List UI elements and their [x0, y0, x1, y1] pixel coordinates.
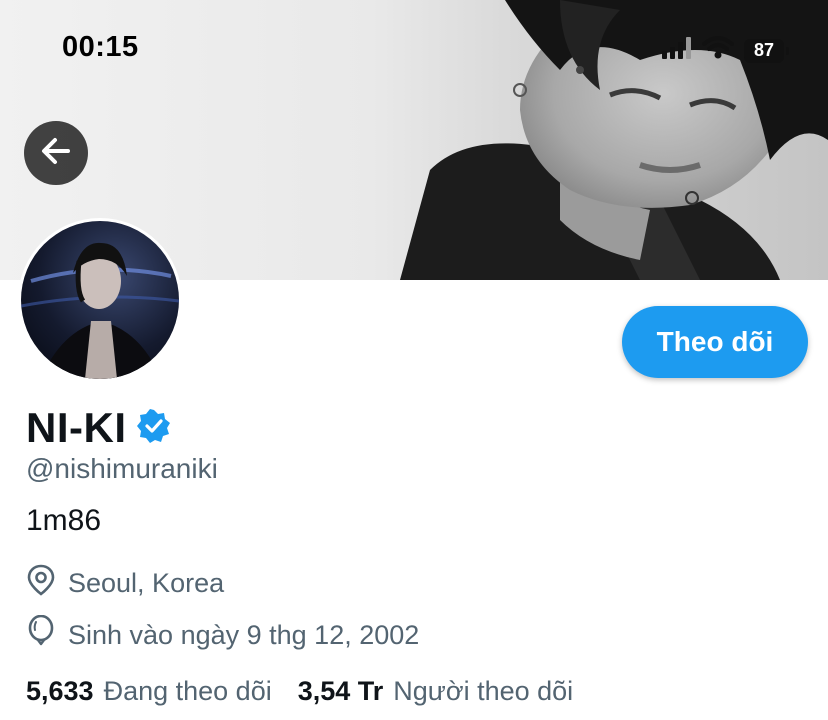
birthday-text: Sinh vào ngày 9 thg 12, 2002 — [68, 620, 420, 650]
status-time: 00:15 — [62, 31, 139, 63]
avatar[interactable] — [18, 218, 182, 382]
followers-count: 3,54 Tr — [297, 676, 384, 706]
avatar-photo — [21, 221, 179, 379]
location-text: Seoul, Korea — [68, 568, 225, 598]
location-row: Seoul, Korea — [26, 564, 224, 603]
birthday-row: Sinh vào ngày 9 thg 12, 2002 — [26, 614, 420, 656]
back-button[interactable] — [24, 121, 88, 185]
battery-icon: 87 — [744, 38, 789, 63]
follow-button[interactable]: Theo dõi — [622, 306, 808, 378]
verified-badge-icon — [136, 408, 171, 448]
profile-handle: @nishimuraniki — [26, 453, 218, 484]
profile-bio: 1m86 — [26, 504, 102, 537]
following-stat[interactable]: 5,633 Đang theo dõi — [26, 676, 272, 707]
arrow-left-icon — [38, 133, 74, 174]
following-count: 5,633 — [26, 676, 94, 706]
status-icons: 87 — [662, 36, 789, 65]
name-row: NI-KI — [26, 404, 171, 452]
following-label: Đang theo dõi — [103, 676, 272, 706]
balloon-icon — [26, 614, 56, 656]
stats-row: 5,633 Đang theo dõi 3,54 Tr Người theo d… — [26, 676, 573, 707]
signal-bars-icon — [662, 37, 692, 64]
wifi-icon — [702, 36, 734, 65]
followers-stat[interactable]: 3,54 Tr Người theo dõi — [298, 676, 573, 707]
location-pin-icon — [26, 564, 56, 603]
followers-label: Người theo dõi — [393, 676, 574, 706]
display-name: NI-KI — [26, 404, 127, 451]
